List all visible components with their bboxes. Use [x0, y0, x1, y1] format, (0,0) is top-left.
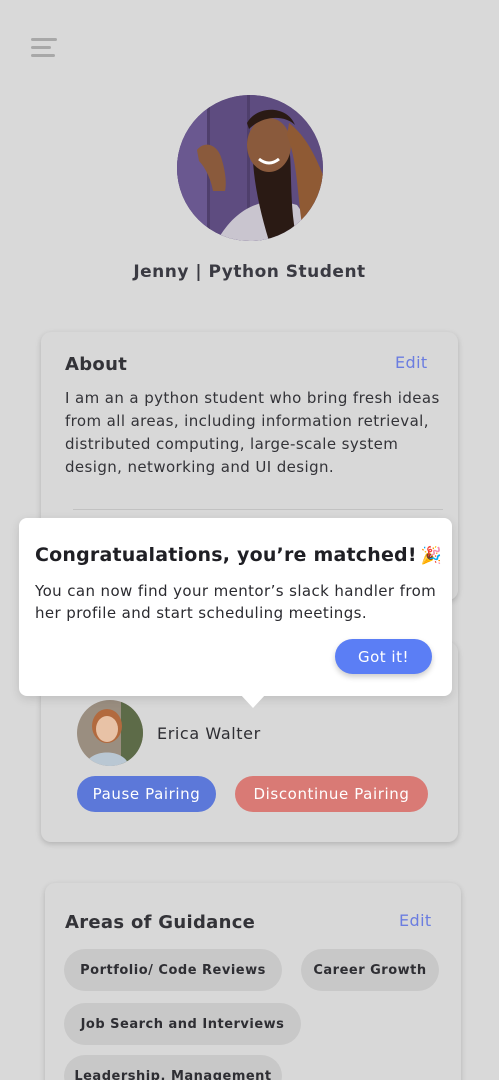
- pause-pairing-button[interactable]: Pause Pairing: [77, 776, 216, 812]
- hamburger-menu-icon[interactable]: [31, 38, 57, 58]
- popup-text: You can now find your mentor’s slack han…: [35, 582, 437, 622]
- divider: [73, 509, 443, 510]
- guidance-tag[interactable]: Career Growth: [301, 949, 439, 991]
- profile-avatar: [177, 95, 323, 241]
- match-popup: Congratualations, you’re matched! 🎉 You c…: [19, 518, 452, 708]
- about-text: I am an a python student who bring fresh…: [65, 389, 440, 476]
- menu-line: [31, 54, 55, 57]
- about-edit-link[interactable]: Edit: [395, 353, 428, 372]
- party-popper-icon: 🎉: [420, 546, 443, 566]
- guidance-tag[interactable]: Job Search and Interviews: [64, 1003, 301, 1045]
- menu-line: [31, 38, 57, 41]
- guidance-edit-link[interactable]: Edit: [399, 911, 432, 930]
- guidance-title: Areas of Guidance: [65, 912, 256, 933]
- popup-arrow: [240, 694, 266, 708]
- menu-line: [31, 46, 51, 49]
- about-title: About: [65, 354, 128, 375]
- guidance-tag[interactable]: Portfolio/ Code Reviews: [64, 949, 282, 991]
- mentor-name: Erica Walter: [157, 724, 261, 743]
- popup-title: Congratualations, you’re matched! 🎉: [35, 544, 442, 566]
- guidance-card: Areas of Guidance Edit Portfolio/ Code R…: [45, 883, 461, 1080]
- guidance-tag[interactable]: Leadership, Management: [64, 1055, 282, 1080]
- popup-title-text: Congratualations, you’re matched!: [35, 544, 417, 566]
- profile-name: Jenny | Python Student: [133, 262, 366, 282]
- discontinue-pairing-button[interactable]: Discontinue Pairing: [235, 776, 428, 812]
- mentor-avatar: [77, 700, 143, 766]
- got-it-button[interactable]: Got it!: [335, 639, 432, 674]
